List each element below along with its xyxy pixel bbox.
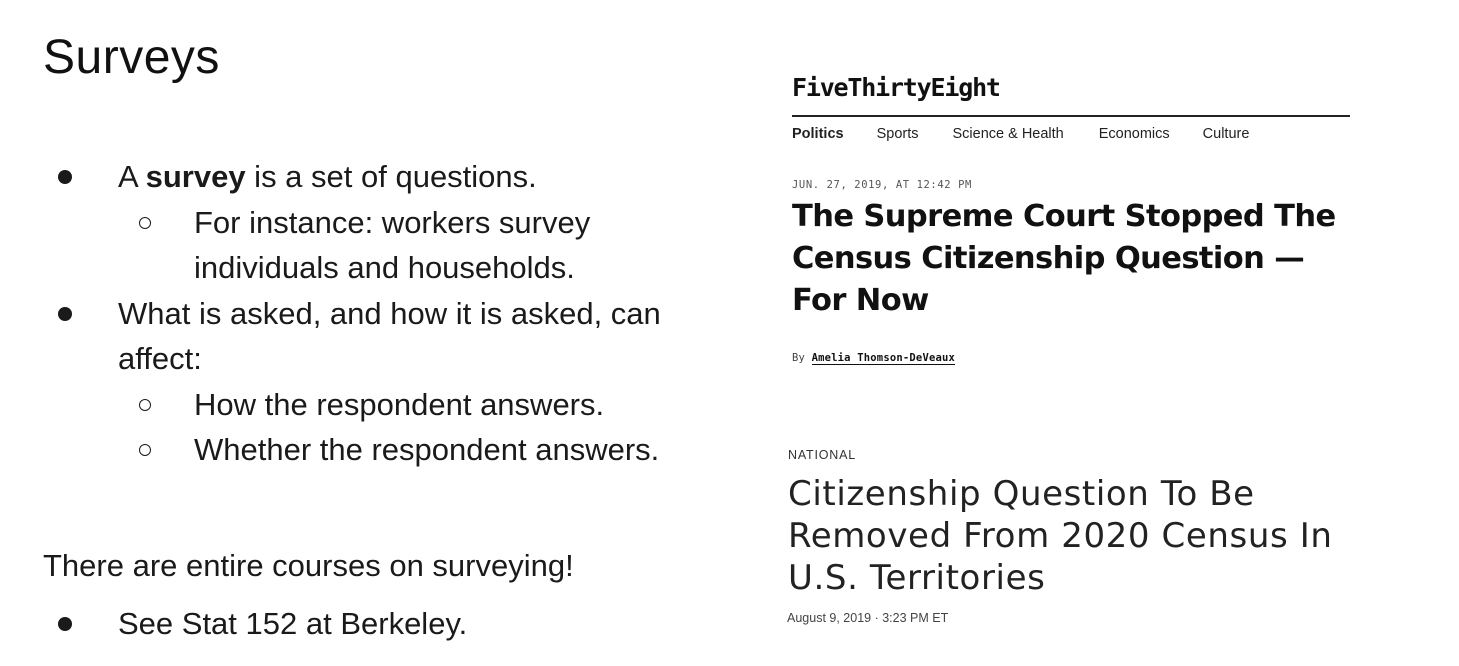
slide-title: Surveys bbox=[43, 31, 220, 84]
sub-bullet-text: individuals and households. bbox=[194, 250, 575, 285]
bold-term: survey bbox=[145, 159, 246, 194]
author-link[interactable]: Amelia Thomson-DeVeaux bbox=[811, 352, 956, 365]
bullet-dot bbox=[58, 170, 72, 184]
bullet-text: A survey is a set of questions. bbox=[118, 159, 537, 194]
fte-date: JUN. 27, 2019, AT 12:42 PM bbox=[792, 179, 972, 191]
nav-item-science-health[interactable]: Science & Health bbox=[953, 126, 1064, 142]
sub-bullet-circle bbox=[139, 398, 151, 411]
bullet-text: affect: bbox=[118, 341, 202, 376]
nav-item-economics[interactable]: Economics bbox=[1099, 126, 1170, 142]
course-bullet-text: See Stat 152 at Berkeley. bbox=[118, 606, 468, 641]
sub-bullet-circle bbox=[139, 216, 151, 229]
byline-prefix: By bbox=[792, 352, 806, 364]
fivethirtyeight-logo: FiveThirtyEight bbox=[792, 73, 1001, 102]
fte-headline[interactable]: The Supreme Court Stopped The Census Cit… bbox=[792, 196, 1352, 322]
nav-item-sports[interactable]: Sports bbox=[877, 126, 919, 142]
bullet-dot bbox=[58, 306, 72, 321]
sub-bullet-text: How the respondent answers. bbox=[194, 386, 605, 422]
courses-text: There are entire courses on surveying! bbox=[43, 548, 574, 583]
logo-divider bbox=[792, 115, 1350, 117]
nav-item-culture[interactable]: Culture bbox=[1203, 126, 1250, 142]
fte-byline: By Amelia Thomson-DeVeaux bbox=[792, 352, 956, 365]
npr-headline[interactable]: Citizenship Question To Be Removed From … bbox=[788, 473, 1408, 599]
bullet-text: What is asked, and how it is asked, can bbox=[118, 295, 661, 331]
sub-bullet-circle bbox=[139, 444, 151, 456]
npr-date: August 9, 2019 · 3:23 PM ET bbox=[787, 611, 949, 625]
fte-nav: Politics Sports Science & Health Economi… bbox=[792, 126, 1249, 142]
nav-item-politics[interactable]: Politics bbox=[792, 126, 844, 142]
sub-bullet-text: For instance: workers survey bbox=[194, 204, 591, 240]
sub-bullet-text: Whether the respondent answers. bbox=[194, 432, 660, 467]
npr-section-label[interactable]: NATIONAL bbox=[788, 448, 856, 462]
bullet-dot bbox=[58, 617, 72, 631]
